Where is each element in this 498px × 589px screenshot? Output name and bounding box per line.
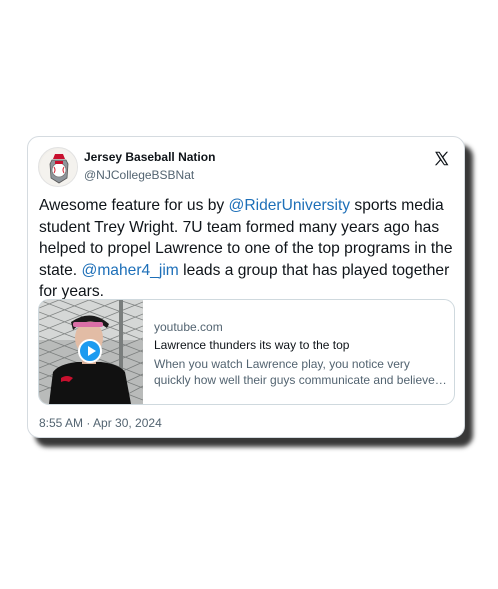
author-handle[interactable]: @NJCollegeBSBNat bbox=[84, 168, 215, 183]
avatar[interactable] bbox=[38, 147, 78, 187]
baseball-logo-icon bbox=[40, 149, 77, 186]
video-thumbnail[interactable] bbox=[39, 300, 143, 404]
mention-link[interactable]: @RiderUniversity bbox=[229, 197, 351, 214]
x-logo-icon[interactable] bbox=[433, 150, 450, 167]
link-description: When you watch Lawrence play, you notice… bbox=[154, 357, 447, 387]
mention-link[interactable]: @maher4_jim bbox=[81, 262, 178, 279]
tweet-text-segment: Awesome feature for us by bbox=[39, 197, 229, 214]
tweet-card[interactable]: Jersey Baseball Nation @NJCollegeBSBNat … bbox=[27, 136, 465, 438]
link-title[interactable]: Lawrence thunders its way to the top bbox=[154, 338, 449, 353]
tweet-text: Awesome feature for us by @RiderUniversi… bbox=[39, 195, 459, 303]
play-icon[interactable] bbox=[78, 339, 102, 363]
link-domain: youtube.com bbox=[154, 320, 223, 334]
tweet-timestamp[interactable]: 8:55 AM · Apr 30, 2024 bbox=[39, 416, 162, 430]
link-meta: youtube.com Lawrence thunders its way to… bbox=[154, 320, 449, 388]
author-block[interactable]: Jersey Baseball Nation @NJCollegeBSBNat bbox=[84, 150, 215, 183]
link-preview-card[interactable]: youtube.com Lawrence thunders its way to… bbox=[38, 299, 455, 405]
author-name[interactable]: Jersey Baseball Nation bbox=[84, 150, 215, 165]
